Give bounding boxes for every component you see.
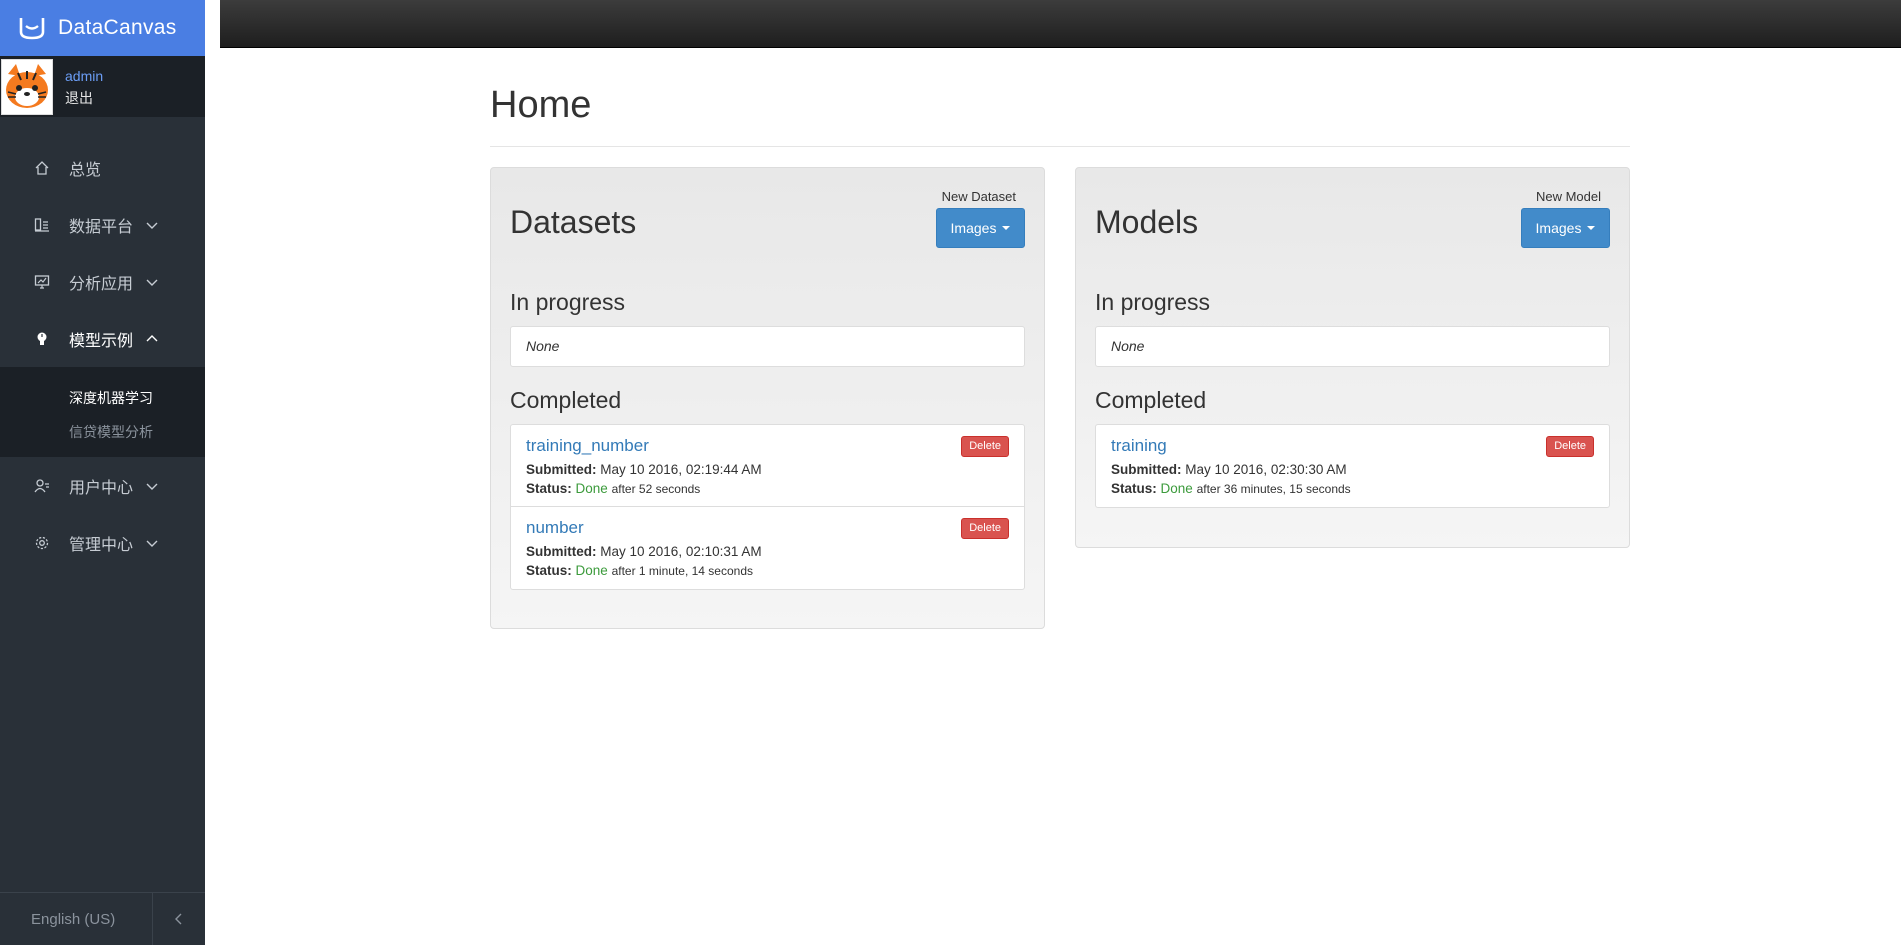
sidebar-item-user-center[interactable]: 用户中心	[0, 457, 205, 514]
sidebar-item-label: 分析应用	[69, 275, 134, 293]
delete-button[interactable]: Delete	[961, 436, 1009, 457]
new-model-label: New Model	[1535, 189, 1601, 204]
brand-header[interactable]: DataCanvas	[0, 0, 205, 56]
sidebar-item-label: 总览	[69, 161, 102, 179]
brand-name: DataCanvas	[58, 16, 177, 39]
models-in-progress-list: None	[1095, 326, 1610, 367]
sidebar-item-overview[interactable]: 总览	[0, 139, 205, 196]
empty-state-text: None	[1111, 338, 1145, 354]
user-name-link[interactable]: admin	[65, 65, 103, 87]
chevron-down-icon	[146, 222, 158, 229]
delete-button[interactable]: Delete	[961, 518, 1009, 539]
dropdown-label: Images	[950, 220, 997, 236]
duration-text: after 52 seconds	[611, 482, 701, 496]
new-dataset-dropdown-button[interactable]: Images	[936, 208, 1025, 248]
submitted-label: Submitted:	[526, 544, 597, 559]
sidebar-item-model-examples[interactable]: 模型示例	[0, 310, 205, 367]
datasets-completed-title: Completed	[510, 387, 622, 413]
sidebar-subitem-credit-model[interactable]: 信贷模型分析	[0, 415, 205, 449]
sidebar-subitem-deep-learning[interactable]: 深度机器学习	[0, 381, 205, 415]
sidebar-item-label: 模型示例	[69, 332, 134, 350]
collapse-sidebar-button[interactable]	[152, 893, 205, 945]
status-label: Status:	[1111, 481, 1157, 496]
datasets-title: Datasets	[510, 204, 637, 240]
status-value: Done	[1160, 481, 1193, 496]
submitted-value: May 10 2016, 02:10:31 AM	[600, 544, 762, 559]
sidebar-subnav: 深度机器学习 信贷模型分析	[0, 367, 205, 457]
job-link[interactable]: training_number	[526, 436, 649, 456]
duration-text: after 36 minutes, 15 seconds	[1196, 482, 1351, 496]
status-label: Status:	[526, 481, 572, 496]
lightbulb-icon	[33, 330, 51, 348]
chevron-left-icon	[175, 913, 182, 925]
logout-link[interactable]: 退出	[65, 87, 103, 109]
user-panel: admin 退出	[0, 56, 205, 117]
list-item: number Delete Submitted: May 10 2016, 02…	[511, 507, 1024, 589]
home-icon	[33, 159, 51, 177]
chevron-down-icon	[146, 483, 158, 490]
caret-down-icon	[1002, 226, 1011, 230]
sidebar-nav: 总览 数据平台 分析应用 模型示例 深度机器学习 信贷模型分析 用户中心 管理中…	[0, 139, 205, 571]
dropdown-label: Images	[1535, 220, 1582, 236]
sidebar-item-data-platform[interactable]: 数据平台	[0, 196, 205, 253]
datasets-in-progress-list: None	[510, 326, 1025, 367]
tiger-avatar-icon	[6, 63, 48, 108]
user-icon	[33, 477, 51, 495]
delete-button[interactable]: Delete	[1546, 436, 1594, 457]
status-value: Done	[575, 563, 608, 578]
models-in-progress-title: In progress	[1095, 289, 1211, 315]
datacanvas-logo-icon	[19, 18, 45, 40]
submitted-label: Submitted:	[1111, 462, 1182, 477]
job-link[interactable]: number	[526, 518, 584, 538]
duration-text: after 1 minute, 14 seconds	[611, 564, 753, 578]
new-dataset-label: New Dataset	[941, 189, 1016, 204]
sidebar-item-label: 数据平台	[69, 218, 134, 236]
sidebar: DataCanvas admin 退出 总览 数据平台 分析应用 模型示例 深度…	[0, 0, 205, 945]
gear-icon	[33, 534, 51, 552]
status-label: Status:	[526, 563, 572, 578]
top-navbar	[220, 0, 1901, 48]
caret-down-icon	[1587, 226, 1596, 230]
sidebar-item-analysis[interactable]: 分析应用	[0, 253, 205, 310]
language-selector[interactable]: English (US)	[0, 893, 152, 945]
sidebar-item-admin-center[interactable]: 管理中心	[0, 514, 205, 571]
sidebar-item-label: 管理中心	[69, 536, 134, 554]
list-item: training Delete Submitted: May 10 2016, …	[1096, 425, 1609, 507]
avatar[interactable]	[1, 58, 53, 115]
data-platform-icon	[33, 216, 51, 234]
chevron-down-icon	[146, 279, 158, 286]
models-completed-list: training Delete Submitted: May 10 2016, …	[1095, 424, 1610, 508]
list-item: training_number Delete Submitted: May 10…	[511, 425, 1024, 507]
new-model-dropdown-button[interactable]: Images	[1521, 208, 1610, 248]
datasets-completed-list: training_number Delete Submitted: May 10…	[510, 424, 1025, 590]
job-link[interactable]: training	[1111, 436, 1167, 456]
empty-state-text: None	[526, 338, 560, 354]
chevron-down-icon	[146, 540, 158, 547]
submitted-label: Submitted:	[526, 462, 597, 477]
submitted-value: May 10 2016, 02:19:44 AM	[600, 462, 762, 477]
status-value: Done	[575, 481, 608, 496]
analysis-icon	[33, 273, 51, 291]
datasets-in-progress-title: In progress	[510, 289, 626, 315]
datasets-panel: Datasets New Dataset Images In progress …	[490, 167, 1045, 629]
models-panel: Models New Model Images In progress None…	[1075, 167, 1630, 548]
submitted-value: May 10 2016, 02:30:30 AM	[1185, 462, 1347, 477]
models-completed-title: Completed	[1095, 387, 1207, 413]
page-title: Home	[490, 84, 592, 126]
sidebar-footer: English (US)	[0, 892, 205, 945]
chevron-up-icon	[146, 334, 158, 341]
models-title: Models	[1095, 204, 1199, 240]
sidebar-item-label: 用户中心	[69, 479, 134, 497]
title-divider	[490, 146, 1630, 147]
